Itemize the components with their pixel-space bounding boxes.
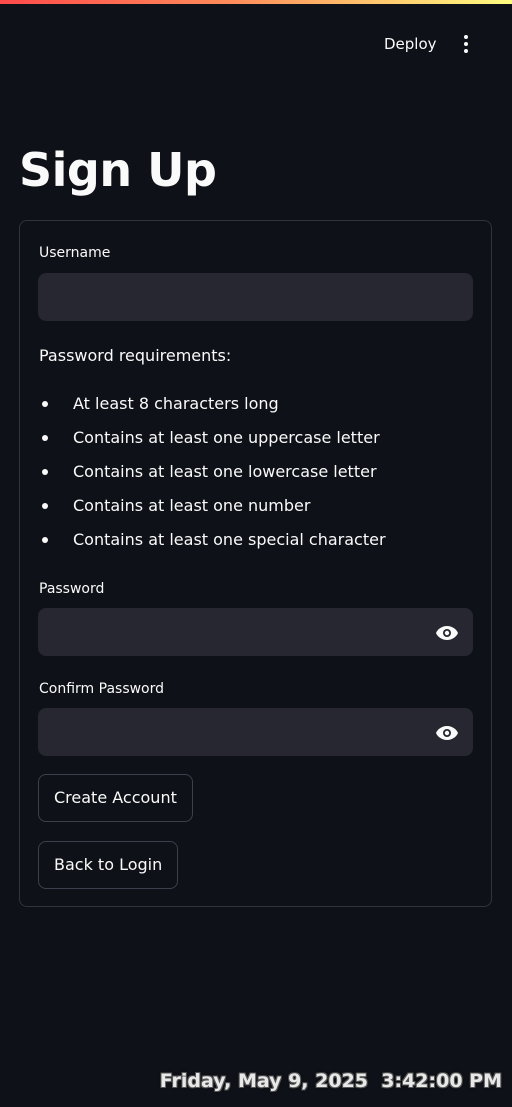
confirm-password-input[interactable] (39, 709, 472, 755)
menu-dot (464, 35, 468, 39)
password-label: Password (39, 581, 105, 597)
eye-icon-graphic (436, 626, 458, 640)
bullet-icon (42, 435, 48, 441)
bullet-icon (42, 537, 48, 543)
requirement-text: At least 8 characters long (73, 394, 279, 413)
requirement-text: Contains at least one uppercase letter (73, 428, 380, 447)
username-label: Username (39, 245, 111, 261)
bullet-icon (42, 503, 48, 509)
confirm-password-field-container (38, 708, 473, 756)
page-title: Sign Up (19, 143, 217, 197)
eye-icon[interactable] (434, 621, 460, 645)
deploy-button[interactable]: Deploy (374, 30, 447, 58)
timestamp-overlay: Friday, May 9, 2025 3:42:00 PM (159, 1070, 502, 1092)
username-field-container (38, 273, 473, 321)
eye-icon-graphic (436, 726, 458, 740)
app-header: Deploy (0, 28, 512, 60)
requirement-text: Contains at least one number (73, 496, 311, 515)
password-requirements-list: At least 8 characters long Contains at l… (39, 391, 469, 561)
password-input[interactable] (39, 609, 472, 655)
kebab-menu-icon[interactable] (452, 30, 480, 58)
username-input[interactable] (39, 274, 472, 320)
back-to-login-button[interactable]: Back to Login (38, 841, 179, 889)
confirm-password-label: Confirm Password (39, 681, 165, 697)
bullet-icon (42, 401, 48, 407)
list-item: At least 8 characters long (39, 391, 469, 425)
create-account-button[interactable]: Create Account (38, 774, 193, 822)
signup-form: Username Password requirements: At least… (19, 220, 492, 907)
list-item: Contains at least one special character (39, 527, 469, 561)
requirement-text: Contains at least one special character (73, 530, 386, 549)
top-decoration-bar (0, 0, 512, 4)
requirement-text: Contains at least one lowercase letter (73, 462, 377, 481)
password-field-container (38, 608, 473, 656)
list-item: Contains at least one number (39, 493, 469, 527)
list-item: Contains at least one uppercase letter (39, 425, 469, 459)
eye-icon[interactable] (434, 721, 460, 745)
list-item: Contains at least one lowercase letter (39, 459, 469, 493)
bullet-icon (42, 469, 48, 475)
password-requirements-heading: Password requirements: (39, 346, 232, 365)
menu-dot (464, 42, 468, 46)
menu-dot (464, 49, 468, 53)
